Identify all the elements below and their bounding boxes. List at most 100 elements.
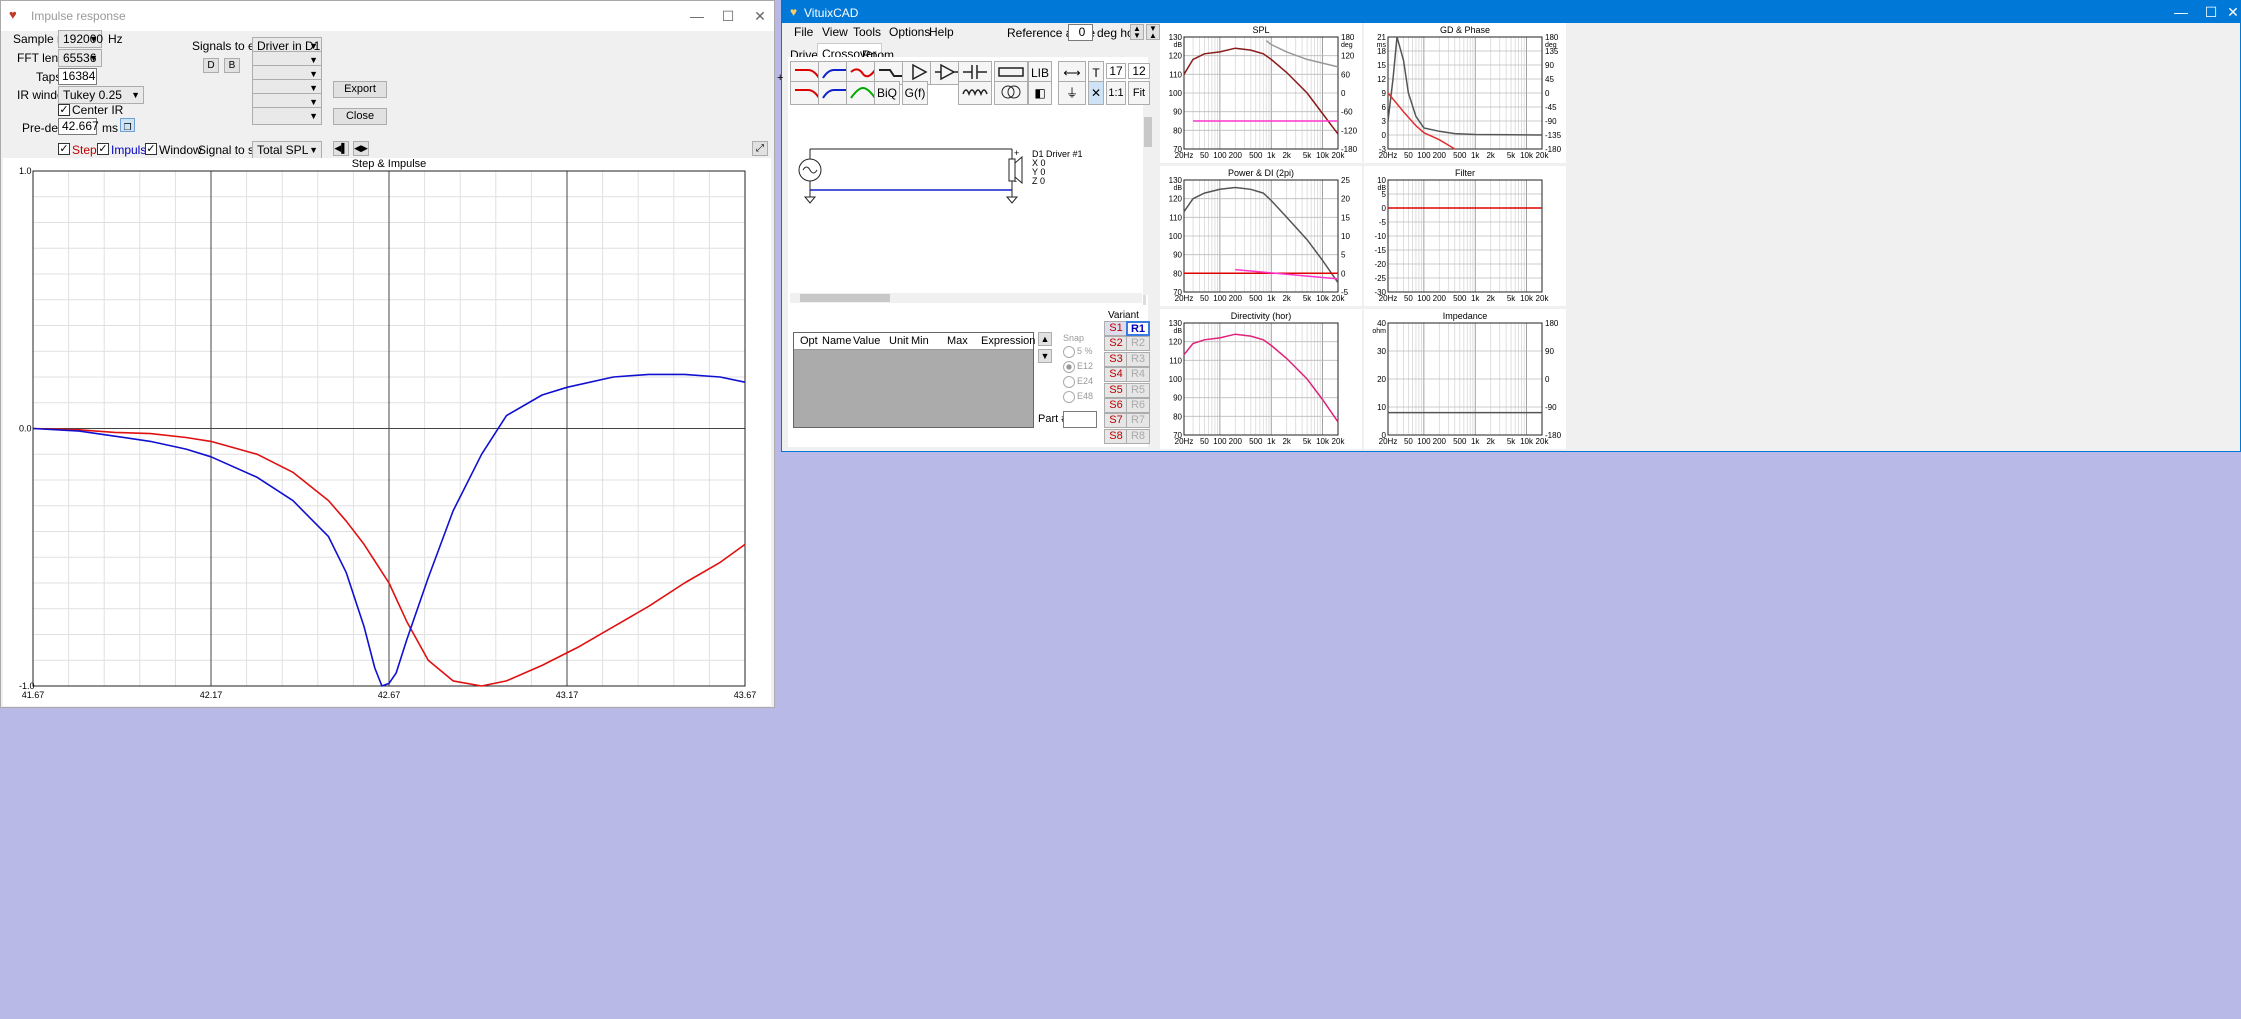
- vertical-scrollbar[interactable]: [1143, 105, 1153, 295]
- angle-step-button[interactable]: ▲ ▼: [1130, 24, 1144, 40]
- x-tick-label: 10k: [1316, 294, 1330, 303]
- variant-r4-button[interactable]: R4: [1126, 367, 1150, 383]
- copy-button[interactable]: ❐: [120, 118, 135, 132]
- predelay-input[interactable]: 42.667: [58, 118, 99, 135]
- sample-rate-select[interactable]: 192000 ▼: [58, 30, 103, 48]
- gd-phase-plot: GD & Phase20Hz 50 100 200 500 1k 2k 5k 10k 20k211…: [1364, 23, 1566, 163]
- snap-e48-radio[interactable]: [1063, 391, 1075, 403]
- maximize-icon[interactable]: ☐: [717, 5, 739, 27]
- minimize-icon[interactable]: —: [2170, 1, 2192, 23]
- reference-angle-input[interactable]: 0: [1068, 24, 1093, 41]
- window-checkbox[interactable]: ✓: [145, 143, 157, 155]
- y-tick-label: 100: [1169, 232, 1183, 241]
- menu-help[interactable]: Help: [929, 25, 954, 39]
- x-tick-label: 10k: [1316, 437, 1330, 446]
- variant-r1-button[interactable]: R1: [1126, 321, 1150, 336]
- transformer-tool[interactable]: [994, 81, 1028, 105]
- menu-tools[interactable]: Tools: [853, 25, 881, 39]
- part-number-input[interactable]: [1063, 411, 1097, 428]
- fft-length-select[interactable]: 65536 ▼: [58, 49, 102, 67]
- zoom-fit-tool[interactable]: Fit: [1128, 81, 1150, 105]
- b-button[interactable]: B: [224, 58, 240, 73]
- variant-s5-button[interactable]: S5: [1104, 382, 1128, 398]
- signals-export-select-6[interactable]: ▼: [252, 107, 322, 125]
- next-signal-button[interactable]: ◀▶: [353, 141, 369, 156]
- variant-r2-button[interactable]: R2: [1126, 336, 1150, 352]
- move-down-button[interactable]: ▼: [1038, 349, 1052, 363]
- snap-e12-radio[interactable]: [1063, 361, 1075, 373]
- variant-s7-button[interactable]: S7: [1104, 413, 1128, 429]
- signal-to-show-select[interactable]: Total SPL ▼: [252, 141, 322, 159]
- x-tick-label: 500: [1249, 294, 1263, 303]
- x-tick-label: 42.67: [378, 690, 401, 700]
- menu-options[interactable]: Options: [889, 25, 930, 39]
- variant-r8-button[interactable]: R8: [1126, 428, 1150, 444]
- y-tick-label: 90: [1173, 251, 1182, 260]
- speaker-tool[interactable]: ◧: [1028, 81, 1052, 105]
- variant-s6-button[interactable]: S6: [1104, 398, 1128, 413]
- font-size-17-tool[interactable]: 17: [1106, 63, 1126, 79]
- snap-5pct-label: 5 %: [1077, 346, 1093, 356]
- variant-r6-button[interactable]: R6: [1126, 398, 1150, 413]
- variant-r7-button[interactable]: R7: [1126, 413, 1150, 429]
- parameter-table[interactable]: Opt Name Value Unit Min Max Expression: [793, 332, 1035, 428]
- x-tick-label: 5k: [1303, 437, 1312, 446]
- y-tick-label: 90: [1173, 394, 1182, 403]
- angle-reset-button[interactable]: ▼ ▲: [1146, 24, 1160, 40]
- close-icon[interactable]: ✕: [2222, 1, 2241, 23]
- x-tick-label: 10k: [1520, 294, 1534, 303]
- scroll-thumb[interactable]: [800, 294, 890, 302]
- down-arrow-icon: ▼: [1040, 351, 1050, 361]
- impulse-checkbox[interactable]: ✓: [97, 143, 109, 155]
- maximize-icon[interactable]: ☐: [2200, 1, 2222, 23]
- y2-tick-label: -45: [1545, 103, 1557, 112]
- y-tick-label: 120: [1169, 195, 1183, 204]
- plot-title: Directivity (hor): [1231, 311, 1292, 321]
- variant-s8-button[interactable]: S8: [1104, 428, 1128, 444]
- y-tick-label: 110: [1169, 356, 1182, 365]
- variant-r3-button[interactable]: R3: [1126, 351, 1150, 367]
- chevron-down-icon: ▼: [309, 145, 318, 155]
- x-tick-label: 50: [1404, 437, 1413, 446]
- menu-file[interactable]: File: [794, 25, 813, 39]
- y-tick-label: 15: [1377, 61, 1386, 70]
- x-tick-label: 100: [1213, 151, 1227, 160]
- variant-s2-button[interactable]: S2: [1104, 336, 1128, 352]
- export-button[interactable]: Export: [333, 81, 387, 98]
- snap-e12-label: E12: [1077, 361, 1094, 371]
- close-button[interactable]: Close: [333, 108, 387, 125]
- fullscreen-button[interactable]: ⤢: [752, 141, 768, 156]
- zoom-1to1-tool[interactable]: 1:1: [1106, 81, 1126, 105]
- step-checkbox[interactable]: ✓: [58, 143, 70, 155]
- prev-signal-button[interactable]: ◀▌: [333, 141, 349, 156]
- variant-s3-button[interactable]: S3: [1104, 351, 1128, 367]
- gf-tool[interactable]: G(f): [902, 81, 928, 105]
- y-tick-label: 80: [1173, 412, 1182, 421]
- snap-5pct-radio[interactable]: [1063, 346, 1075, 358]
- font-size-12-tool[interactable]: 12: [1128, 63, 1150, 79]
- signal-to-show-value: Total SPL: [257, 143, 309, 157]
- ir-window-select[interactable]: Tukey 0.25 ▼: [58, 86, 144, 104]
- scroll-thumb[interactable]: [1144, 117, 1152, 147]
- hourglass-icon: ▼ ▲: [1149, 24, 1157, 40]
- variant-s1-button[interactable]: S1: [1104, 321, 1128, 336]
- taps-input[interactable]: 16384: [58, 68, 97, 85]
- variant-s4-button[interactable]: S4: [1104, 367, 1128, 383]
- power-di-plot: Power & DI (2pi)20Hz 50 100 200 500 1k 2k 5k 10k…: [1160, 166, 1362, 306]
- variant-r5-button[interactable]: R5: [1126, 382, 1150, 398]
- minimize-icon[interactable]: —: [686, 5, 708, 27]
- biquad-tool[interactable]: BiQ: [874, 81, 900, 105]
- move-up-button[interactable]: ▲: [1038, 332, 1052, 346]
- inductor-tool[interactable]: [958, 81, 992, 105]
- d-button[interactable]: D: [203, 58, 219, 73]
- center-ir-checkbox[interactable]: ✓: [58, 104, 70, 116]
- close-icon[interactable]: ✕: [749, 5, 771, 27]
- delete-tool[interactable]: ✕: [1088, 81, 1104, 105]
- snap-e24-radio[interactable]: [1063, 376, 1075, 388]
- x-tick-label: 500: [1453, 437, 1467, 446]
- ground-tool[interactable]: ⏚: [1058, 81, 1086, 105]
- menu-view[interactable]: View: [822, 25, 848, 39]
- horizontal-scrollbar[interactable]: [790, 293, 1142, 303]
- y-tick-label: 130: [1169, 176, 1183, 185]
- schematic-canvas[interactable]: [790, 105, 1146, 305]
